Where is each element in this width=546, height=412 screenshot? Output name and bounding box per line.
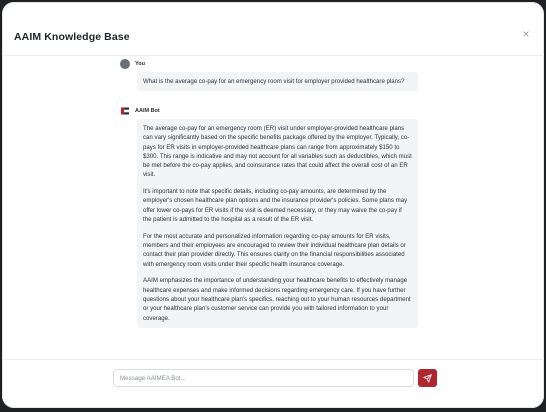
message-bubble: The average co-pay for an emergency room… [137, 119, 418, 328]
knowledge-base-modal: AAIM Knowledge Base × You What is the av… [2, 2, 544, 408]
modal-title: AAIM Knowledge Base [14, 31, 130, 43]
message-sender: You [120, 59, 426, 69]
user-message: You What is the average co-pay for an em… [120, 59, 426, 92]
send-button[interactable] [418, 369, 437, 387]
close-icon[interactable]: × [520, 28, 532, 40]
message-bubble: What is the average co-pay for an emerge… [137, 72, 418, 92]
bot-message: AAIM Bot The average co-pay for an emerg… [120, 106, 426, 328]
message-paragraph: AAIM emphasizes the importance of unders… [143, 277, 411, 322]
user-avatar-icon [120, 59, 130, 69]
aaim-bot-logo-icon [120, 106, 130, 116]
message-paragraph: For the most accurate and personalized i… [143, 232, 406, 268]
message-sender: AAIM Bot [120, 106, 426, 116]
message-text: What is the average co-pay for an emerge… [143, 78, 405, 85]
app-window: AAIM Knowledge Base × You What is the av… [0, 0, 546, 412]
sender-name: AAIM Bot [135, 108, 160, 114]
message-input[interactable] [113, 369, 414, 387]
sender-name: You [135, 61, 145, 67]
send-icon [423, 373, 432, 383]
chat-thread: You What is the average co-pay for an em… [2, 56, 544, 359]
message-composer [2, 359, 544, 408]
message-paragraph: The average co-pay for an emergency room… [143, 125, 412, 179]
modal-header: AAIM Knowledge Base × [2, 2, 544, 56]
message-paragraph: It's important to note that specific det… [143, 188, 408, 224]
